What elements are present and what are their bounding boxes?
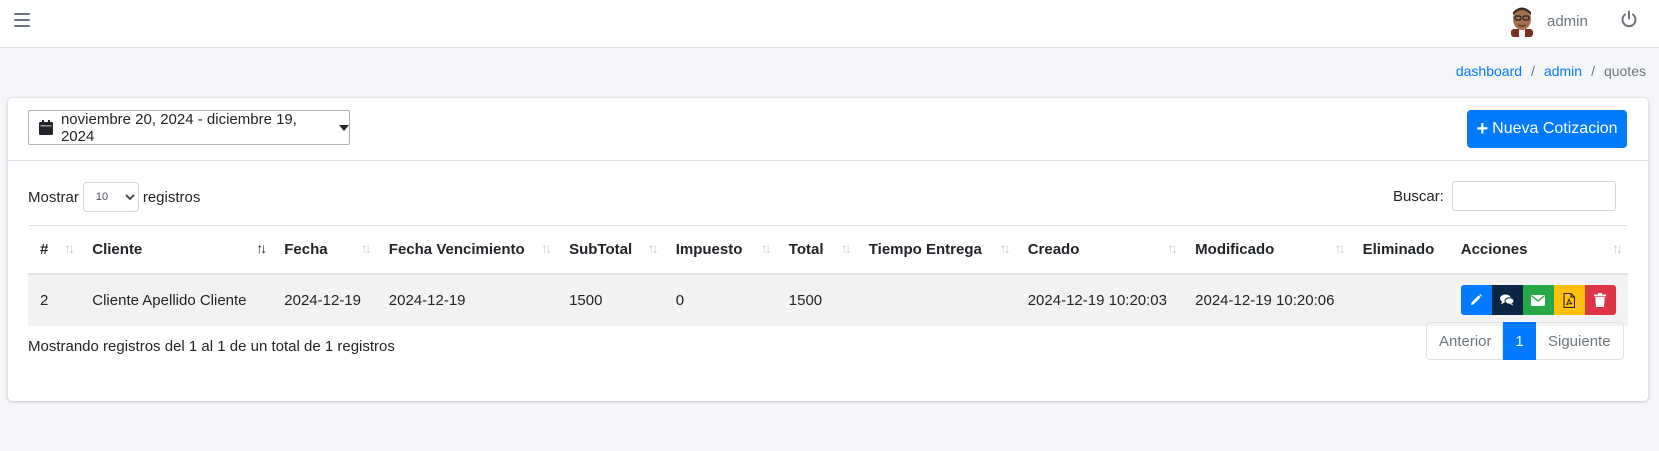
cell-subtotal: 1500	[569, 291, 603, 309]
col-id[interactable]: # ↑↓	[28, 225, 81, 275]
new-quote-button[interactable]: + Nueva Cotizacion	[1467, 110, 1627, 148]
page-length-select[interactable]: 10	[82, 182, 139, 212]
sort-icon: ↑↓	[840, 240, 852, 256]
cell-impuesto: 0	[675, 291, 685, 309]
user-menu[interactable]: admin	[1509, 4, 1588, 38]
date-range-text: noviembre 20, 2024 - diciembre 19, 2024	[60, 110, 297, 145]
pdf-file-icon	[1563, 292, 1576, 308]
avatar	[1509, 5, 1535, 37]
pagination-previous[interactable]: Anterior	[1426, 322, 1503, 360]
col-cliente[interactable]: Cliente ↑↓	[80, 225, 273, 275]
pagination-next[interactable]: Siguiente	[1536, 322, 1624, 360]
cell-id: 2	[40, 291, 49, 309]
pagination-page-1[interactable]: 1	[1503, 322, 1536, 360]
page-length-control: Mostrar 10 registros	[28, 182, 200, 212]
breadcrumb-current: quotes	[1603, 63, 1646, 79]
email-button[interactable]	[1522, 285, 1554, 315]
breadcrumb-separator: /	[1531, 63, 1535, 79]
sort-icon: ↑↓	[1167, 240, 1178, 256]
breadcrumb-admin[interactable]: admin	[1544, 63, 1582, 79]
new-quote-label: Nueva Cotizacion	[1492, 120, 1618, 137]
pencil-icon	[1471, 293, 1483, 305]
table-row: 2 Cliente Apellido Cliente 2024-12-19 20…	[28, 273, 1628, 326]
menu-icon[interactable]	[14, 13, 30, 27]
pdf-button[interactable]	[1553, 285, 1585, 315]
calendar-icon	[39, 120, 53, 135]
cell-vencimiento: 2024-12-19	[388, 291, 466, 309]
sort-icon: ↑↓	[360, 240, 372, 256]
cell-creado: 2024-12-19 10:20:03	[1027, 291, 1167, 309]
breadcrumb-dashboard[interactable]: dashboard	[1456, 63, 1522, 79]
date-range-picker[interactable]: noviembre 20, 2024 - diciembre 19, 2024	[28, 110, 350, 145]
sort-icon: ↑↓	[760, 240, 772, 256]
edit-button[interactable]	[1460, 285, 1492, 315]
comments-icon	[1500, 294, 1515, 306]
sort-icon: ↑↓	[541, 240, 552, 256]
sort-icon: ↑↓	[999, 240, 1011, 256]
pagination: Anterior 1 Siguiente	[1426, 322, 1624, 360]
search-label: Buscar:	[1393, 187, 1444, 205]
cell-cliente: Cliente Apellido Cliente	[92, 291, 247, 309]
cell-fecha: 2024-12-19	[284, 291, 361, 309]
comments-button[interactable]	[1491, 285, 1523, 315]
col-tiempo-entrega[interactable]: Tiempo Entrega ↑↓	[856, 225, 1016, 275]
col-total[interactable]: Total ↑↓	[776, 225, 857, 275]
col-fecha-vencimiento[interactable]: Fecha Vencimiento ↑↓	[376, 225, 558, 275]
sort-icon: ↑↓	[647, 240, 659, 256]
cell-total: 1500	[788, 291, 823, 309]
quotes-table: # ↑↓ Cliente ↑↓ Fecha ↑↓ Fecha Vencimiento ↑…	[28, 225, 1628, 326]
delete-button[interactable]	[1584, 285, 1616, 315]
col-creado[interactable]: Creado ↑↓	[1015, 225, 1184, 275]
col-fecha[interactable]: Fecha ↑↓	[272, 225, 377, 275]
cell-eliminado	[1351, 274, 1449, 326]
records-label: registros	[142, 188, 201, 206]
table-header-row: # ↑↓ Cliente ↑↓ Fecha ↑↓ Fecha Vencimiento ↑…	[28, 225, 1628, 275]
card-header: noviembre 20, 2024 - diciembre 19, 2024 …	[8, 98, 1648, 161]
sort-icon: ↑↓	[256, 240, 267, 256]
cell-tiempo	[857, 274, 1016, 326]
sort-icon: ↑↓	[1334, 240, 1346, 256]
envelope-icon	[1531, 294, 1546, 306]
quotes-card: noviembre 20, 2024 - diciembre 19, 2024 …	[8, 98, 1648, 401]
plus-icon: +	[1476, 118, 1489, 140]
sort-icon: ↑↓	[64, 240, 75, 256]
power-icon[interactable]	[1620, 10, 1640, 30]
breadcrumb: dashboard / admin / quotes	[1456, 63, 1646, 79]
breadcrumb-separator: /	[1591, 63, 1595, 79]
search-control: Buscar:	[1393, 181, 1616, 211]
col-subtotal[interactable]: SubTotal ↑↓	[557, 225, 664, 275]
caret-down-icon	[339, 124, 349, 131]
top-navbar: admin	[0, 0, 1659, 48]
col-modificado[interactable]: Modificado ↑↓	[1183, 225, 1351, 275]
row-actions	[1460, 285, 1628, 315]
table-info: Mostrando registros del 1 al 1 de un tot…	[28, 338, 395, 355]
col-eliminado: Eliminado	[1350, 225, 1449, 275]
user-name: admin	[1547, 12, 1588, 30]
sort-icon: ↑↓	[1612, 240, 1623, 256]
search-input[interactable]	[1451, 181, 1616, 211]
col-acciones[interactable]: Acciones ↑↓	[1448, 225, 1628, 275]
col-impuesto[interactable]: Impuesto ↑↓	[663, 225, 777, 275]
trash-icon	[1594, 293, 1607, 307]
cell-modificado: 2024-12-19 10:20:06	[1195, 291, 1335, 309]
cell-acciones	[1449, 274, 1628, 326]
show-label: Mostrar	[28, 188, 79, 206]
